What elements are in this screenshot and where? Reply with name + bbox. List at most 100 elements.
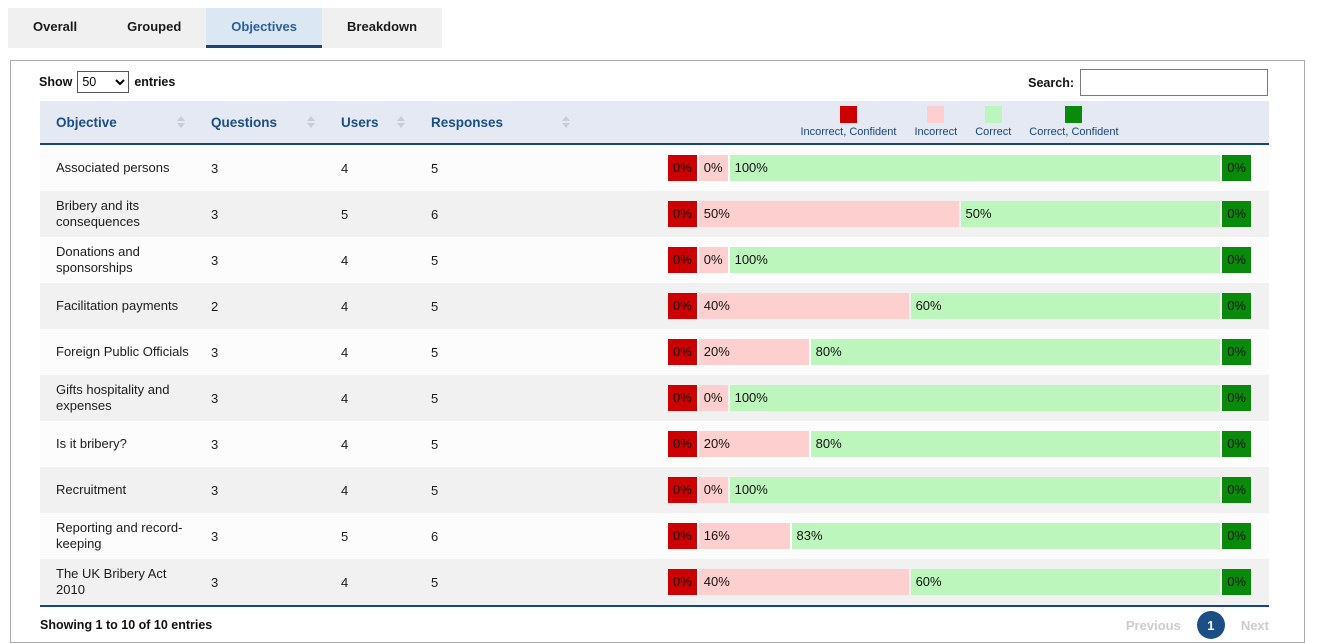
header-questions-label: Questions <box>211 115 277 130</box>
responses-cell: 5 <box>415 575 580 590</box>
legend-swatch <box>1065 106 1082 123</box>
bar-segment-correct: 60% <box>911 569 1221 595</box>
bar-cell: 0%50%50%0% <box>580 201 1269 227</box>
bar-segment-correct: 60% <box>911 293 1221 319</box>
sort-icon <box>562 116 570 128</box>
questions-cell: 2 <box>195 299 325 314</box>
bar-segment-incorrect: 50% <box>699 201 959 227</box>
bar-segment-correct_confident: 0% <box>1222 293 1251 319</box>
bar-cell: 0%16%83%0% <box>580 523 1269 549</box>
bar-segment-incorrect: 0% <box>699 155 728 181</box>
bar-segment-correct_confident: 0% <box>1222 569 1251 595</box>
questions-cell: 3 <box>195 161 325 176</box>
search-input[interactable] <box>1080 69 1268 96</box>
tab-bar: Overall Grouped Objectives Breakdown <box>8 8 1323 48</box>
bar-segment-correct_confident: 0% <box>1222 431 1251 457</box>
previous-button[interactable]: Previous <box>1126 618 1181 633</box>
table-row: Donations and sponsorships 3 4 5 0%0%100… <box>40 237 1269 283</box>
responses-cell: 5 <box>415 299 580 314</box>
tab-breakdown[interactable]: Breakdown <box>322 8 442 48</box>
header-objective[interactable]: Objective <box>40 115 195 130</box>
objective-cell: Foreign Public Officials <box>40 344 195 360</box>
legend-label: Incorrect, Confident <box>800 126 896 138</box>
page-size-select[interactable]: 50 <box>77 71 129 93</box>
search-group: Search: <box>1028 69 1268 96</box>
entries-label: entries <box>134 75 175 89</box>
pagination: Previous 1 Next <box>1126 611 1269 639</box>
table-row: Reporting and record-keeping 3 5 6 0%16%… <box>40 513 1269 559</box>
bar-segment-incorrect: 40% <box>699 293 909 319</box>
table-footer: Showing 1 to 10 of 10 entries Previous 1… <box>40 605 1269 643</box>
header-users[interactable]: Users <box>325 115 415 130</box>
table-header: Objective Questions Users Responses Inco… <box>40 101 1269 145</box>
bar-segment-correct_confident: 0% <box>1222 247 1251 273</box>
objective-cell: Associated persons <box>40 160 195 176</box>
objective-cell: Facilitation payments <box>40 298 195 314</box>
users-cell: 4 <box>325 345 415 360</box>
bar-segment-correct_confident: 0% <box>1222 523 1251 549</box>
tab-grouped[interactable]: Grouped <box>102 8 206 48</box>
tab-overall[interactable]: Overall <box>8 8 102 48</box>
search-label: Search: <box>1028 76 1074 90</box>
bar-segment-incorrect_confident: 0% <box>668 293 697 319</box>
legend-item: Correct <box>975 106 1011 138</box>
legend-label: Correct <box>975 126 1011 138</box>
responses-cell: 5 <box>415 391 580 406</box>
bar-cell: 0%0%100%0% <box>580 477 1269 503</box>
users-cell: 4 <box>325 161 415 176</box>
table-row: Gifts hospitality and expenses 3 4 5 0%0… <box>40 375 1269 421</box>
table-row: Bribery and its consequences 3 5 6 0%50%… <box>40 191 1269 237</box>
table-body: Associated persons 3 4 5 0%0%100%0% Brib… <box>40 145 1269 605</box>
responses-cell: 6 <box>415 529 580 544</box>
table-row: Recruitment 3 4 5 0%0%100%0% <box>40 467 1269 513</box>
header-questions[interactable]: Questions <box>195 115 325 130</box>
bar-segment-correct_confident: 0% <box>1222 385 1251 411</box>
bar-segment-correct: 50% <box>961 201 1221 227</box>
legend-label: Correct, Confident <box>1029 126 1118 138</box>
questions-cell: 3 <box>195 437 325 452</box>
objective-cell: Donations and sponsorships <box>40 244 195 277</box>
users-cell: 4 <box>325 253 415 268</box>
questions-cell: 3 <box>195 529 325 544</box>
bar-segment-correct_confident: 0% <box>1222 477 1251 503</box>
stacked-bar: 0%20%80%0% <box>668 339 1251 365</box>
bar-segment-incorrect_confident: 0% <box>668 155 697 181</box>
questions-cell: 3 <box>195 345 325 360</box>
legend-item: Correct, Confident <box>1029 106 1118 138</box>
table-row: Is it bribery? 3 4 5 0%20%80%0% <box>40 421 1269 467</box>
bar-segment-incorrect: 0% <box>699 477 728 503</box>
questions-cell: 3 <box>195 253 325 268</box>
bar-cell: 0%20%80%0% <box>580 431 1269 457</box>
bar-segment-incorrect: 20% <box>699 339 809 365</box>
objective-cell: Gifts hospitality and expenses <box>40 382 195 415</box>
objectives-panel: Show 50 entries Search: Objective Questi… <box>10 60 1305 643</box>
bar-segment-correct: 100% <box>730 385 1221 411</box>
objectives-table: Objective Questions Users Responses Inco… <box>40 101 1269 605</box>
stacked-bar: 0%16%83%0% <box>668 523 1251 549</box>
responses-cell: 6 <box>415 207 580 222</box>
questions-cell: 3 <box>195 483 325 498</box>
objective-cell: Recruitment <box>40 482 195 498</box>
responses-cell: 5 <box>415 345 580 360</box>
responses-cell: 5 <box>415 161 580 176</box>
stacked-bar: 0%40%60%0% <box>668 293 1251 319</box>
objective-cell: Is it bribery? <box>40 436 195 452</box>
bar-cell: 0%20%80%0% <box>580 339 1269 365</box>
responses-cell: 5 <box>415 253 580 268</box>
page-1-button[interactable]: 1 <box>1197 611 1225 639</box>
users-cell: 4 <box>325 483 415 498</box>
questions-cell: 3 <box>195 391 325 406</box>
stacked-bar: 0%20%80%0% <box>668 431 1251 457</box>
bar-cell: 0%0%100%0% <box>580 155 1269 181</box>
next-button[interactable]: Next <box>1241 618 1269 633</box>
stacked-bar: 0%50%50%0% <box>668 201 1251 227</box>
bar-segment-incorrect: 20% <box>699 431 809 457</box>
entries-info: Showing 1 to 10 of 10 entries <box>40 618 212 632</box>
stacked-bar: 0%0%100%0% <box>668 247 1251 273</box>
header-responses[interactable]: Responses <box>415 115 580 130</box>
bar-segment-incorrect_confident: 0% <box>668 477 697 503</box>
bar-segment-correct: 100% <box>730 477 1221 503</box>
tab-objectives[interactable]: Objectives <box>206 8 322 48</box>
bar-segment-correct: 80% <box>811 431 1221 457</box>
bar-segment-correct: 80% <box>811 339 1221 365</box>
